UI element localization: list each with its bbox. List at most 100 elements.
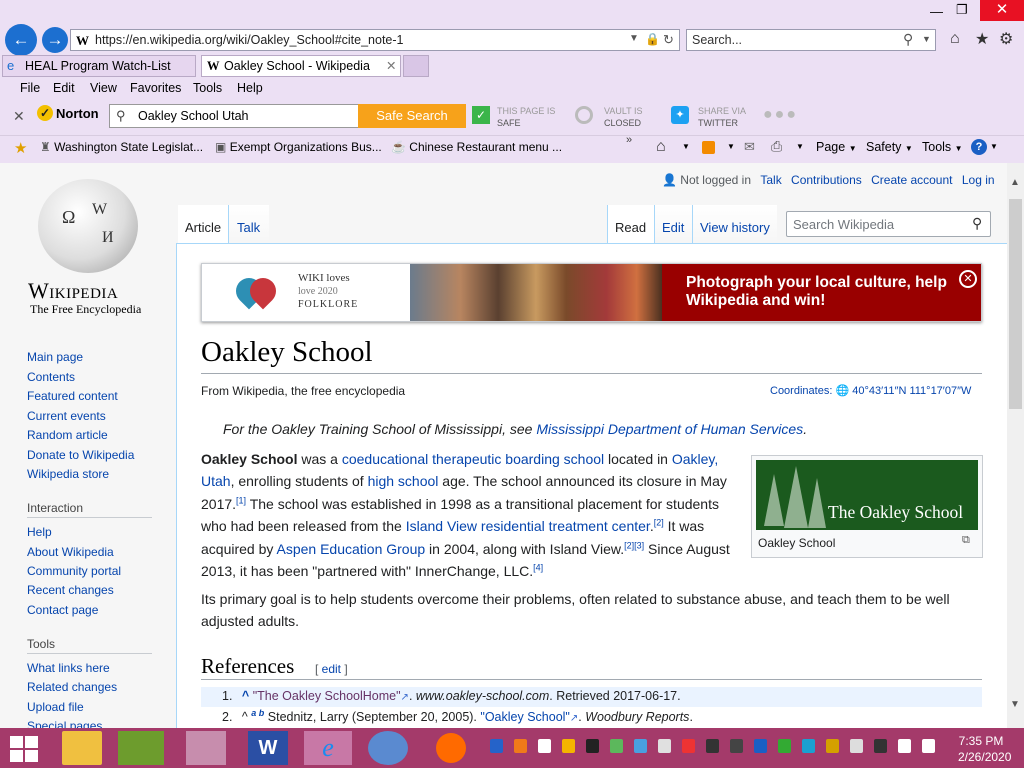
sidebar-item-special-pages[interactable]: Special pages <box>27 719 102 728</box>
tray-app-icon[interactable] <box>874 739 887 753</box>
menu-help[interactable]: Help <box>237 81 263 95</box>
file-explorer-icon[interactable] <box>62 731 102 765</box>
page-safe-status[interactable]: THIS PAGE IS SAFE <box>497 105 555 129</box>
enlarge-icon[interactable]: ⧉ <box>962 534 970 547</box>
restore-icon[interactable]: ❐ <box>956 2 968 18</box>
wikipedia-wordmark[interactable]: Wikipedia <box>28 278 118 304</box>
edit-section-link[interactable]: edit <box>322 662 341 676</box>
ref-backlink[interactable]: ^ <box>242 689 249 703</box>
tab-talk[interactable]: Talk <box>229 205 269 243</box>
minimize-icon[interactable]: — <box>930 4 943 19</box>
favorite-exempt-organizations[interactable]: ▣ Exempt Organizations Bus... <box>215 140 382 154</box>
windows-start-icon[interactable] <box>10 736 38 762</box>
network-icon[interactable] <box>898 739 911 753</box>
print-icon[interactable]: ⎙ <box>771 138 782 155</box>
internet-explorer-icon[interactable]: e <box>304 731 352 765</box>
sidebar-item-what-links-here[interactable]: What links here <box>27 661 110 675</box>
link-aspen-education[interactable]: Aspen Education Group <box>277 541 426 557</box>
refresh-icon[interactable]: ↻ <box>663 32 674 48</box>
mail-icon[interactable] <box>538 739 551 753</box>
new-tab-button[interactable] <box>403 55 429 77</box>
dropdown-icon[interactable]: ▼ <box>922 34 931 44</box>
volume-icon[interactable] <box>922 739 935 753</box>
vault-status[interactable]: VAULT IS CLOSED <box>604 105 643 129</box>
sidebar-item-current-events[interactable]: Current events <box>27 409 106 423</box>
app-globe-icon[interactable] <box>368 731 408 765</box>
dropdown-icon[interactable]: ▼ <box>796 142 804 151</box>
ref-4[interactable]: [4] <box>533 562 543 572</box>
tab-view-history[interactable]: View history <box>693 205 777 243</box>
tray-app-icon[interactable] <box>634 739 647 753</box>
ref-2[interactable]: [2] <box>654 518 664 528</box>
clock[interactable]: 7:35 PM 2/26/2020 <box>958 733 1011 765</box>
app-pen-icon[interactable] <box>186 731 226 765</box>
favorites-star-icon[interactable]: ★ <box>14 139 27 157</box>
wiki-loves-folklore-banner[interactable]: WIKI loves love 2020 FOLKLORE Photograph… <box>201 263 982 322</box>
tray-app-icon[interactable] <box>586 739 599 753</box>
talk-link[interactable]: Talk <box>760 173 781 187</box>
wiki-search-input[interactable]: Search Wikipedia ⚲ <box>786 211 991 237</box>
menu-favorites[interactable]: Favorites <box>130 81 181 95</box>
menu-view[interactable]: View <box>90 81 117 95</box>
ref-1[interactable]: [1] <box>236 495 246 505</box>
sidebar-item-featured[interactable]: Featured content <box>27 389 118 403</box>
browser-search-box[interactable]: Search... ⚲ ▼ <box>686 29 936 51</box>
home-icon[interactable]: ⌂ <box>656 138 666 156</box>
link-high-school[interactable]: high school <box>368 473 439 489</box>
safety-menu[interactable]: Safety ▼ <box>866 140 913 154</box>
share-twitter-button[interactable]: SHARE VIA TWITTER <box>698 105 746 129</box>
scroll-up-icon[interactable]: ▲ <box>1010 177 1020 188</box>
ref-2-link[interactable]: "Oakley School" <box>480 710 569 724</box>
sidebar-item-store[interactable]: Wikipedia store <box>27 467 109 481</box>
sidebar-item-community[interactable]: Community portal <box>27 564 121 578</box>
sidebar-item-recent-changes[interactable]: Recent changes <box>27 583 114 597</box>
gear-icon[interactable]: ⚙ <box>999 29 1013 49</box>
favorite-chinese-restaurant[interactable]: ☕ Chinese Restaurant menu ... <box>391 140 562 154</box>
tab-oakley-school[interactable]: W Oakley School - Wikipedia ✕ <box>201 55 401 77</box>
close-toolbar-icon[interactable]: ✕ <box>13 108 25 125</box>
scrollbar-thumb[interactable] <box>1009 199 1022 409</box>
globe-icon[interactable]: 🌐 <box>835 385 849 397</box>
sidebar-item-main-page[interactable]: Main page <box>27 350 83 364</box>
sidebar-item-contents[interactable]: Contents <box>27 370 75 384</box>
tray-app-icon[interactable] <box>658 739 671 753</box>
tab-edit[interactable]: Edit <box>655 205 693 243</box>
sidebar-item-about[interactable]: About Wikipedia <box>27 545 114 559</box>
sidebar-item-donate[interactable]: Donate to Wikipedia <box>27 448 134 462</box>
close-banner-icon[interactable]: ✕ <box>959 270 977 288</box>
firefox-icon[interactable] <box>436 733 466 763</box>
norton-search-input[interactable]: ⚲ Oakley School Utah <box>109 104 359 128</box>
favorite-washington-legislature[interactable]: ♜ Washington State Legislat... <box>40 140 203 154</box>
tab-read[interactable]: Read <box>607 205 655 244</box>
tray-app-icon[interactable] <box>802 739 815 753</box>
menu-file[interactable]: File <box>20 81 40 95</box>
dropdown-icon[interactable]: ▼ <box>629 33 639 44</box>
sidebar-item-random[interactable]: Random article <box>27 428 108 442</box>
sidebar-item-contact[interactable]: Contact page <box>27 603 98 617</box>
scroll-down-icon[interactable]: ▼ <box>1010 699 1020 710</box>
ref-1-link[interactable]: "The Oakley SchoolHome" <box>253 689 401 703</box>
ref-2-3[interactable]: [2][3] <box>624 540 644 550</box>
tools-menu[interactable]: Tools ▼ <box>922 140 963 154</box>
favorites-star-icon[interactable]: ★ <box>975 29 989 49</box>
search-icon[interactable]: ⚲ <box>903 31 913 48</box>
tray-app-icon[interactable] <box>730 739 743 753</box>
tray-app-icon[interactable] <box>850 739 863 753</box>
ref-backlinks[interactable]: a b <box>251 708 264 718</box>
sidebar-item-upload[interactable]: Upload file <box>27 700 84 714</box>
tab-heal-watchlist[interactable]: e HEAL Program Watch-List <box>2 55 196 77</box>
favorites-overflow-icon[interactable]: » <box>626 134 632 146</box>
mail-icon[interactable]: ✉ <box>744 139 755 155</box>
close-window-button[interactable]: ✕ <box>980 0 1024 21</box>
tab-article[interactable]: Article <box>178 205 229 244</box>
menu-tools[interactable]: Tools <box>193 81 222 95</box>
coordinates-link[interactable]: 40°43′11″N 111°17′07″W <box>852 385 971 397</box>
link-island-view[interactable]: Island View residential treatment center <box>406 518 650 534</box>
address-bar[interactable]: W https://en.wikipedia.org/wiki/Oakley_S… <box>70 29 680 51</box>
hatnote-link[interactable]: Mississippi Department of Human Services <box>536 421 803 437</box>
app-4-icon[interactable] <box>118 731 164 765</box>
forward-button[interactable]: → <box>42 27 68 53</box>
help-icon[interactable]: ? <box>971 139 987 155</box>
page-scrollbar[interactable]: ▲ ▼ <box>1007 163 1024 728</box>
back-button[interactable]: ← <box>5 24 37 56</box>
